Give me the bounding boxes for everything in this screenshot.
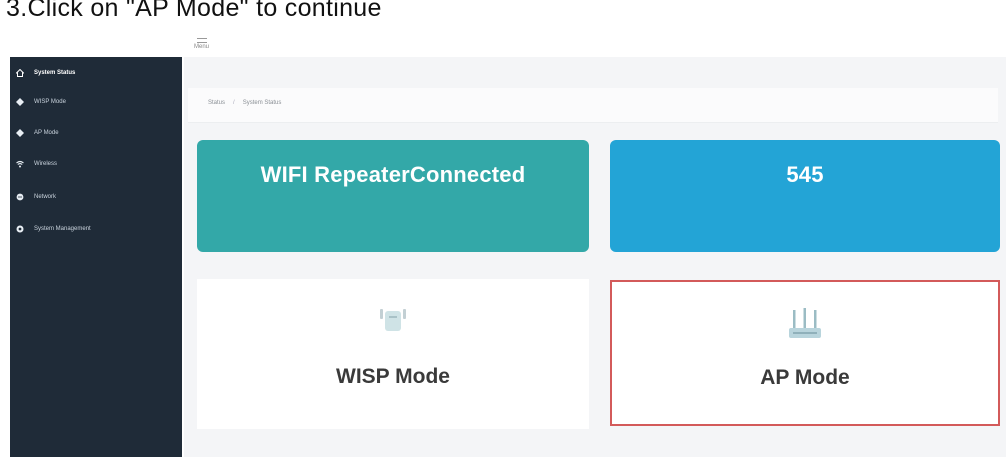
- wisp-device-icon: [376, 305, 410, 340]
- sidebar-item-wireless[interactable]: Wireless: [10, 153, 182, 175]
- breadcrumb-current: System Status: [242, 100, 282, 106]
- sidebar-item-label: System Management: [34, 226, 91, 232]
- sidebar-item-system-management[interactable]: System Management: [10, 218, 182, 240]
- sidebar-item-system-status[interactable]: System Status: [10, 62, 182, 84]
- repeater-status-card: WIFI RepeaterConnected: [197, 140, 589, 252]
- wifi-icon: [16, 160, 24, 168]
- breadcrumb: Status / System Status: [208, 100, 281, 106]
- router-icon: [785, 308, 825, 349]
- repeater-status-title: WIFI RepeaterConnected: [260, 162, 526, 187]
- diamond-icon: [16, 129, 24, 137]
- next-row-placeholder: [188, 440, 1006, 457]
- sidebar-item-wisp-mode[interactable]: WISP Mode: [10, 91, 182, 113]
- breadcrumb-separator: /: [233, 100, 235, 106]
- sidebar-item-label: WISP Mode: [34, 99, 66, 105]
- sidebar-item-label: AP Mode: [34, 130, 59, 136]
- client-count-card: 545: [610, 140, 1000, 252]
- menu-toggle[interactable]: Menu: [194, 38, 209, 50]
- instruction-caption: 3.Click on "AP Mode" to continue: [6, 0, 382, 22]
- wisp-mode-button[interactable]: WISP Mode: [197, 279, 589, 429]
- sidebar-item-ap-mode[interactable]: AP Mode: [10, 122, 182, 144]
- sidebar-item-label: Wireless: [34, 161, 58, 167]
- menu-label: Menu: [194, 44, 210, 50]
- sidebar: System Status WISP Mode AP Mode Wireless…: [10, 57, 182, 457]
- globe-icon: [16, 193, 24, 201]
- hamburger-icon: [196, 38, 207, 43]
- sidebar-item-network[interactable]: Network: [10, 186, 182, 208]
- sidebar-item-label: Network: [34, 194, 57, 200]
- breadcrumb-root[interactable]: Status: [208, 100, 225, 106]
- breadcrumb-bar: Status / System Status: [188, 88, 998, 123]
- wisp-mode-label: WISP Mode: [336, 365, 450, 388]
- gear-icon: [16, 225, 24, 233]
- diamond-icon: [16, 98, 24, 106]
- sidebar-item-label: System Status: [34, 70, 76, 76]
- client-count-value: 545: [786, 162, 824, 187]
- ap-mode-label: AP Mode: [760, 366, 850, 389]
- ap-mode-button[interactable]: AP Mode: [610, 280, 1000, 426]
- home-icon: [15, 68, 25, 77]
